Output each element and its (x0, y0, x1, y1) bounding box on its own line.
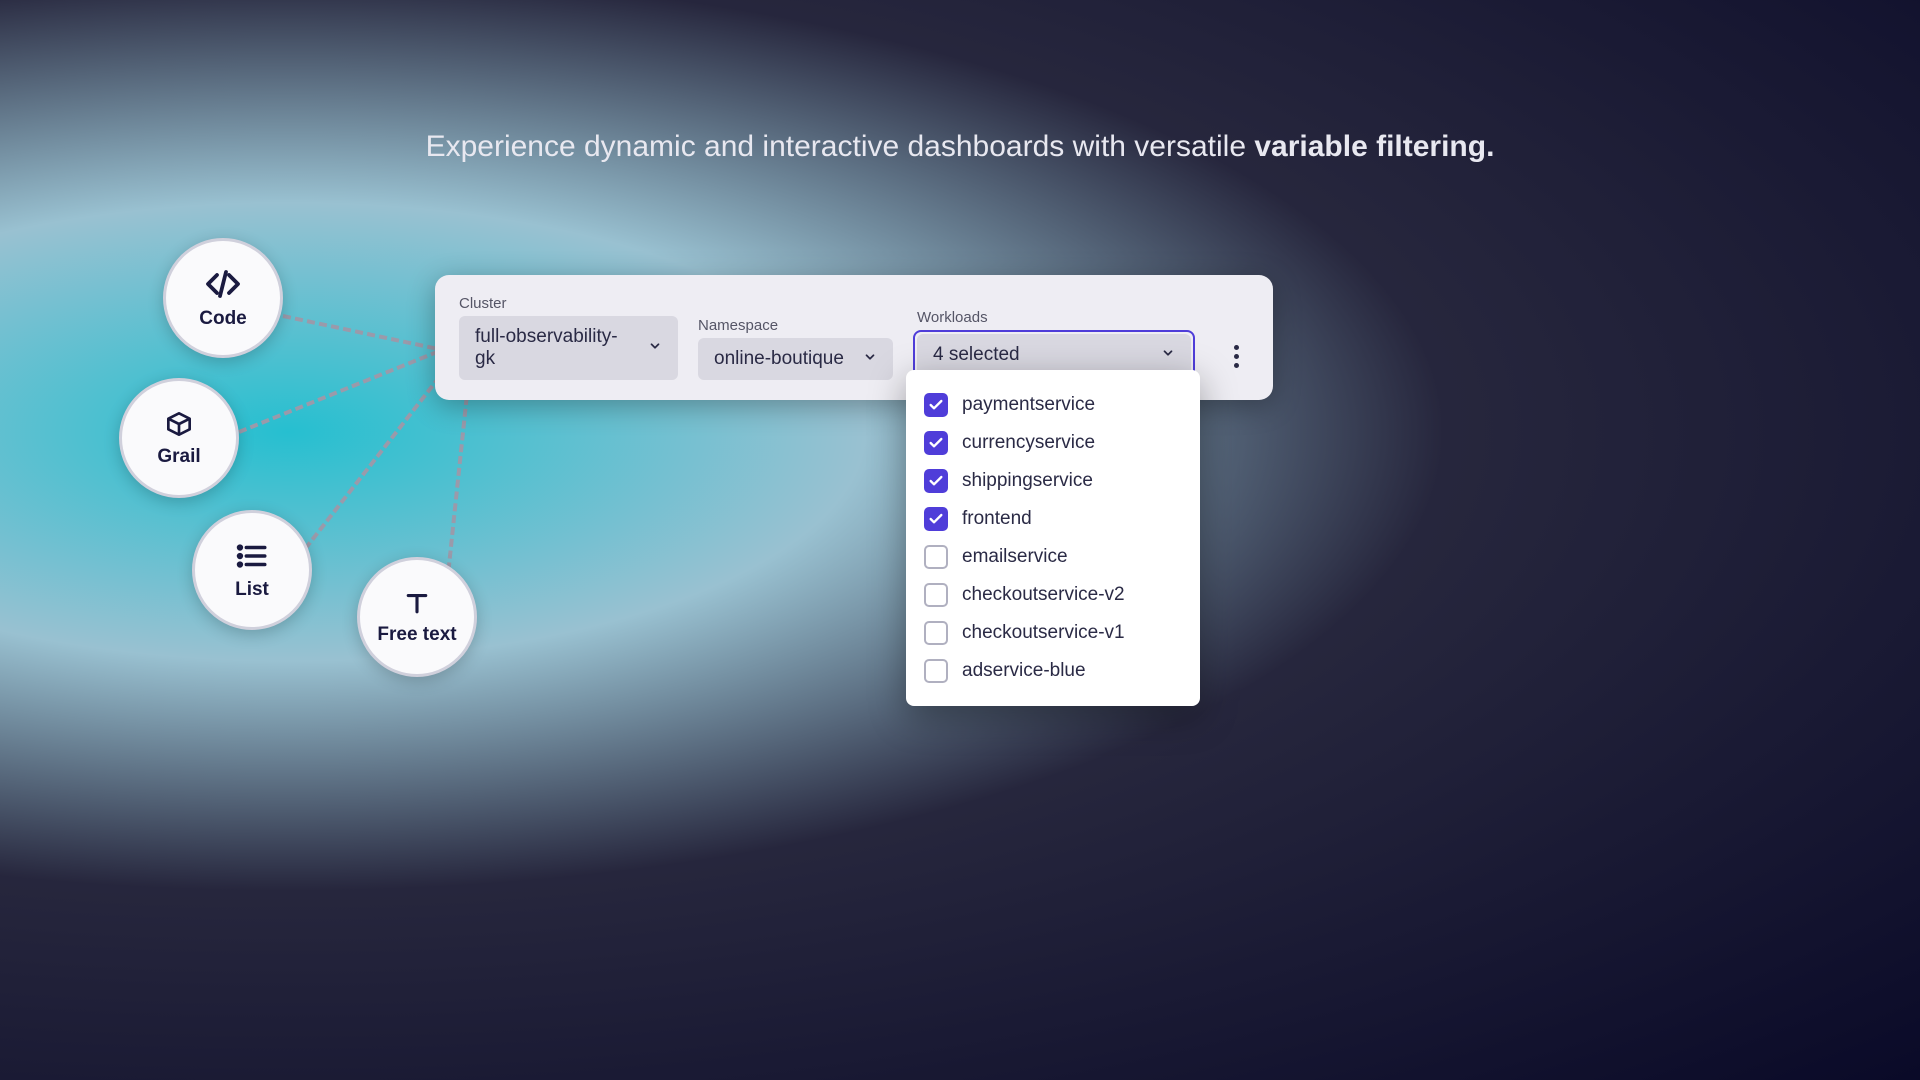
chevron-down-icon (648, 337, 662, 359)
dropdown-item[interactable]: shippingservice (906, 462, 1200, 500)
dropdown-item-label: frontend (962, 508, 1032, 530)
connector-line (296, 376, 441, 560)
dropdown-item-label: adservice-blue (962, 660, 1086, 682)
code-icon (205, 266, 241, 302)
checkbox-checked-icon (924, 507, 948, 531)
checkbox-unchecked-icon (924, 545, 948, 569)
dropdown-item[interactable]: paymentservice (906, 386, 1200, 424)
cluster-select[interactable]: full-observability-gk (459, 316, 678, 380)
checkbox-unchecked-icon (924, 659, 948, 683)
connector-line (238, 350, 439, 434)
node-list-label: List (235, 579, 269, 601)
node-code[interactable]: Code (163, 238, 283, 358)
checkbox-checked-icon (924, 469, 948, 493)
node-freetext[interactable]: Free text (357, 557, 477, 677)
workloads-dropdown: paymentservice currencyservice shippingser… (906, 370, 1200, 706)
grail-icon (163, 408, 195, 440)
node-freetext-label: Free text (377, 624, 456, 646)
headline: Experience dynamic and interactive dashb… (426, 130, 1495, 164)
checkbox-unchecked-icon (924, 621, 948, 645)
dropdown-item[interactable]: checkoutservice-v2 (906, 576, 1200, 614)
cluster-value: full-observability-gk (475, 326, 636, 370)
dropdown-item[interactable]: adservice-blue (906, 652, 1200, 690)
filter-workloads-label: Workloads (913, 309, 1195, 326)
namespace-value: online-boutique (714, 348, 844, 370)
namespace-select[interactable]: online-boutique (698, 338, 893, 380)
list-icon (235, 539, 269, 573)
chevron-down-icon (863, 348, 877, 370)
node-grail[interactable]: Grail (119, 378, 239, 498)
dropdown-item-label: paymentservice (962, 394, 1095, 416)
dropdown-item-label: shippingservice (962, 470, 1093, 492)
dropdown-item[interactable]: currencyservice (906, 424, 1200, 462)
dropdown-item-label: currencyservice (962, 432, 1095, 454)
checkbox-checked-icon (924, 393, 948, 417)
dropdown-item-label: checkoutservice-v1 (962, 622, 1125, 644)
text-icon (402, 588, 432, 618)
workloads-value: 4 selected (933, 344, 1020, 366)
connector-line (444, 385, 470, 594)
node-grail-label: Grail (157, 446, 200, 468)
node-list[interactable]: List (192, 510, 312, 630)
dropdown-item[interactable]: frontend (906, 500, 1200, 538)
headline-bold: variable filtering. (1254, 130, 1494, 163)
dropdown-item[interactable]: emailservice (906, 538, 1200, 576)
chevron-down-icon (1161, 344, 1175, 366)
filter-namespace-label: Namespace (698, 317, 893, 334)
dropdown-item-label: emailservice (962, 546, 1068, 568)
dropdown-item[interactable]: checkoutservice-v1 (906, 614, 1200, 652)
headline-prefix: Experience dynamic and interactive dashb… (426, 130, 1255, 163)
filter-namespace: Namespace online-boutique (698, 317, 893, 380)
node-code-label: Code (199, 308, 247, 330)
dropdown-item-label: checkoutservice-v2 (962, 584, 1125, 606)
connector-line (283, 314, 460, 355)
kebab-menu[interactable] (1224, 333, 1249, 380)
checkbox-checked-icon (924, 431, 948, 455)
filter-cluster: Cluster full-observability-gk (459, 295, 678, 380)
checkbox-unchecked-icon (924, 583, 948, 607)
filter-cluster-label: Cluster (459, 295, 678, 312)
